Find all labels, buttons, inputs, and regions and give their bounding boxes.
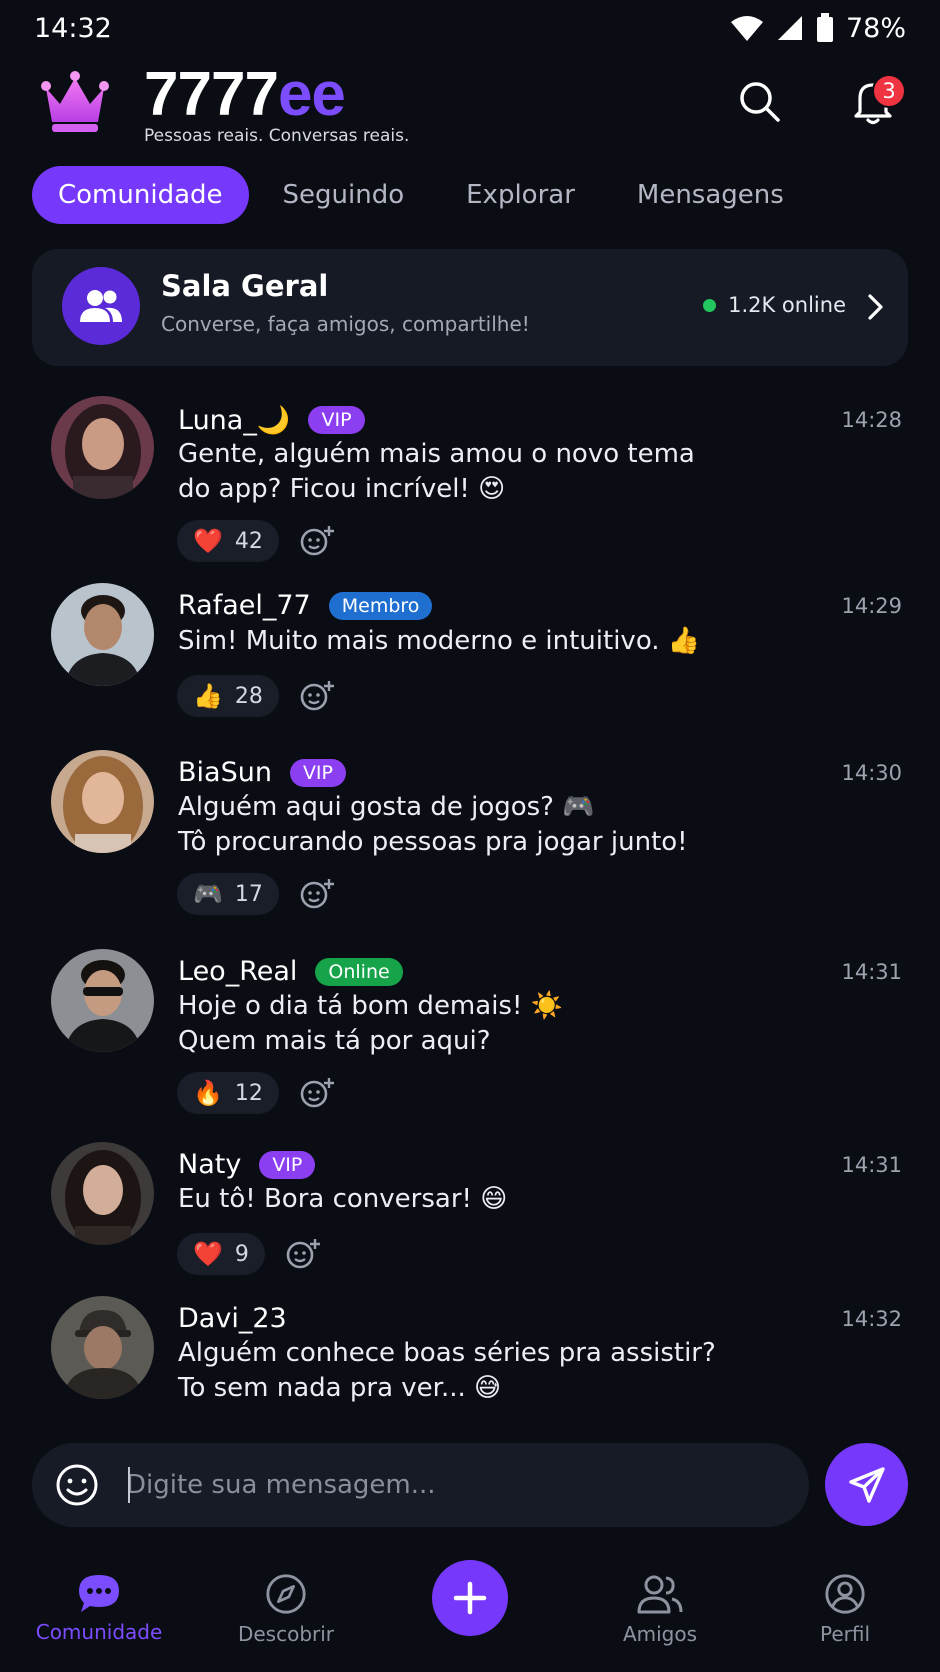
add-reaction-icon[interactable]: [299, 524, 335, 558]
avatar[interactable]: [51, 750, 154, 853]
emoji-icon[interactable]: [54, 1462, 100, 1508]
avatar[interactable]: [51, 949, 154, 1052]
app-header: 7777ee Pessoas reais. Conversas reais. 3: [0, 60, 940, 150]
add-reaction-icon[interactable]: [299, 877, 335, 911]
message-text: Gente, alguém mais amou o novo tema do a…: [178, 439, 695, 504]
battery-icon: [816, 13, 833, 42]
message-time: 14:30: [841, 761, 902, 785]
add-reaction-icon[interactable]: [299, 1076, 335, 1110]
avatar[interactable]: [51, 583, 154, 686]
brand: 7777ee Pessoas reais. Conversas reais.: [144, 60, 410, 147]
tab-seguindo[interactable]: Seguindo: [283, 166, 405, 224]
message-time: 14:28: [841, 408, 902, 432]
nav-descobrir[interactable]: Descobrir: [226, 1572, 346, 1646]
message-composer: [32, 1443, 809, 1527]
online-count: 1.2K online: [703, 293, 846, 317]
brand-title: 7777ee: [144, 60, 346, 129]
reaction-pill[interactable]: 🎮 17: [177, 873, 279, 915]
battery-level: 78%: [845, 12, 906, 44]
brand-tagline: Pessoas reais. Conversas reais.: [144, 126, 410, 146]
bottom-navigation: Comunidade Descobrir Amigos Perfil: [0, 1548, 940, 1672]
message-time: 14:32: [841, 1307, 902, 1331]
reaction-pill[interactable]: ❤️ 42: [177, 520, 279, 562]
message-text: Sim! Muito mais moderno e intuitivo. 👍: [178, 626, 701, 656]
username[interactable]: Davi_23: [178, 1303, 287, 1334]
room-title: Sala Geral: [161, 269, 329, 303]
reaction-pill[interactable]: ❤️ 9: [177, 1233, 265, 1275]
tab-comunidade[interactable]: Comunidade: [32, 166, 249, 224]
room-avatar: [62, 267, 140, 345]
status-time: 14:32: [34, 12, 112, 44]
chevron-right-icon: [868, 294, 883, 320]
notification-badge: 3: [872, 74, 906, 108]
message-text: Alguém aqui gosta de jogos? 🎮 Tô procura…: [178, 792, 688, 857]
avatar[interactable]: [51, 396, 154, 499]
member-badge: Membro: [328, 591, 433, 620]
compass-icon: [266, 1574, 306, 1614]
send-button[interactable]: [825, 1443, 908, 1526]
message-text: Eu tô! Bora conversar! 😄: [178, 1184, 508, 1214]
reaction-pill[interactable]: 🔥 12: [177, 1072, 279, 1114]
message-text: Hoje o dia tá bom demais! ☀️ Quem mais t…: [178, 991, 564, 1056]
message-time: 14:31: [841, 1153, 902, 1177]
profile-icon: [825, 1574, 865, 1614]
nav-perfil[interactable]: Perfil: [800, 1572, 890, 1646]
status-bar: 14:32 78%: [0, 0, 940, 56]
username[interactable]: Naty: [178, 1149, 241, 1180]
avatar[interactable]: [51, 1142, 154, 1245]
chat-bubble-icon: [79, 1575, 119, 1612]
vip-badge: VIP: [289, 758, 346, 787]
message-text: Alguém conhece boas séries pra assistir?…: [178, 1338, 716, 1403]
username[interactable]: Luna_🌙: [178, 404, 290, 436]
message-time: 14:31: [841, 960, 902, 984]
friends-icon: [637, 1575, 683, 1614]
username[interactable]: Rafael_77: [178, 590, 311, 621]
wifi-icon: [730, 16, 763, 41]
send-icon: [848, 1466, 885, 1503]
message-time: 14:29: [841, 594, 902, 618]
nav-amigos[interactable]: Amigos: [610, 1572, 710, 1646]
plus-icon: [453, 1581, 487, 1615]
username[interactable]: BiaSun: [178, 757, 272, 788]
nav-comunidade[interactable]: Comunidade: [36, 1572, 162, 1644]
avatar[interactable]: [51, 1296, 154, 1399]
add-reaction-icon[interactable]: [285, 1237, 321, 1271]
vip-badge: VIP: [308, 406, 365, 434]
reaction-pill[interactable]: 👍 28: [177, 675, 279, 717]
signal-icon: [777, 16, 802, 40]
add-reaction-icon[interactable]: [299, 679, 335, 713]
search-icon[interactable]: [736, 78, 784, 126]
general-room-card[interactable]: Sala Geral Converse, faça amigos, compar…: [32, 249, 908, 366]
crown-logo-icon: [41, 71, 109, 132]
create-post-button[interactable]: [432, 1560, 508, 1636]
vip-badge: VIP: [259, 1150, 316, 1179]
tab-mensagens[interactable]: Mensagens: [637, 166, 784, 224]
message-input[interactable]: [126, 1463, 766, 1507]
online-badge: Online: [315, 957, 403, 986]
text-caret: [128, 1467, 130, 1503]
group-icon: [80, 290, 122, 322]
username[interactable]: Leo_Real: [178, 956, 297, 987]
tab-bar: Comunidade Seguindo Explorar Mensagens: [32, 166, 846, 224]
tab-explorar[interactable]: Explorar: [466, 166, 575, 224]
online-dot: [703, 298, 717, 312]
room-subtitle: Converse, faça amigos, compartilhe!: [161, 312, 530, 336]
